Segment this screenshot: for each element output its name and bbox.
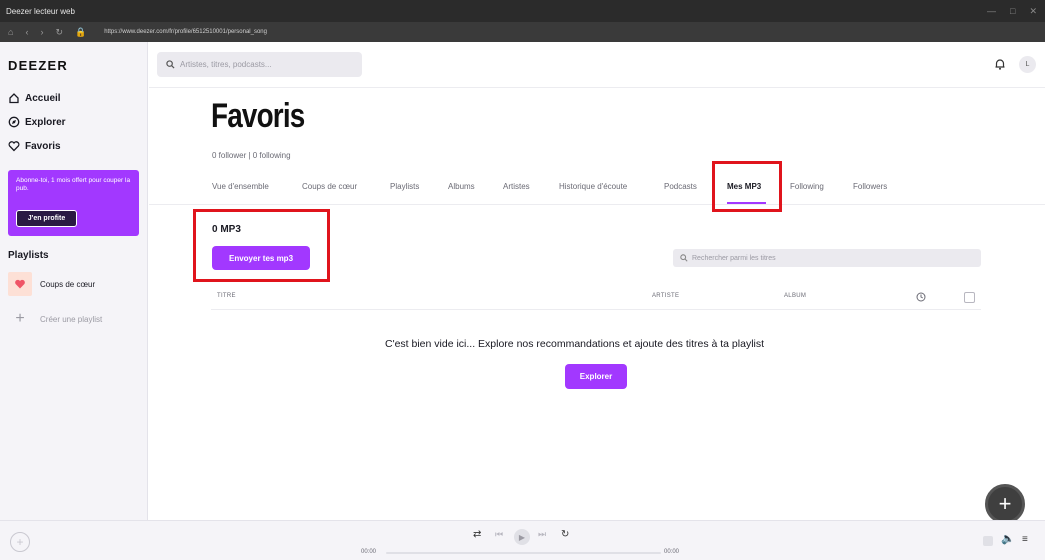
tab-followers[interactable]: Followers bbox=[853, 182, 887, 191]
close-icon[interactable]: ✕ bbox=[1029, 6, 1037, 17]
lock-icon: 🔒 bbox=[74, 26, 87, 37]
highlight-box-mes-mp3 bbox=[712, 161, 782, 212]
progress-bar[interactable] bbox=[386, 552, 661, 554]
deezer-logo[interactable]: DEEZER bbox=[8, 58, 68, 73]
current-time: 00:00 bbox=[361, 549, 377, 555]
next-icon[interactable]: ⏭ bbox=[538, 529, 546, 540]
column-album[interactable]: ALBUM bbox=[784, 293, 806, 299]
clock-icon[interactable] bbox=[916, 292, 926, 302]
heart-icon bbox=[8, 141, 20, 152]
tab-following[interactable]: Following bbox=[790, 182, 824, 191]
repeat-icon[interactable]: ↻ bbox=[561, 529, 569, 540]
previous-icon[interactable]: ⏮ bbox=[495, 529, 503, 540]
nav-item-explorer[interactable]: Explorer bbox=[8, 116, 66, 128]
explore-button[interactable]: Explorer bbox=[565, 364, 627, 389]
plus-icon: + bbox=[15, 310, 25, 327]
play-icon: ▶ bbox=[518, 532, 526, 542]
tabs-divider bbox=[149, 204, 1045, 205]
volume-icon[interactable]: 🔈 bbox=[1001, 532, 1015, 545]
home-icon bbox=[9, 93, 19, 104]
tab-playlists[interactable]: Playlists bbox=[390, 182, 419, 191]
nav-label: Explorer bbox=[25, 116, 66, 128]
reload-icon[interactable]: ↻ bbox=[55, 27, 63, 38]
avatar[interactable]: L bbox=[1019, 56, 1036, 73]
promo-button[interactable]: J'en profite bbox=[16, 210, 77, 227]
heart-icon bbox=[8, 272, 32, 296]
equalizer-icon[interactable]: ≡ bbox=[1022, 534, 1028, 545]
window-controls: — □ ✕ bbox=[987, 0, 1037, 22]
track-search-field[interactable]: Rechercher parmi les titres bbox=[673, 249, 981, 267]
tab-historique[interactable]: Historique d'écoute bbox=[559, 182, 627, 191]
nav-item-favoris[interactable]: Favoris bbox=[8, 140, 61, 152]
follow-counts: 0 follower | 0 following bbox=[212, 151, 291, 160]
url-text[interactable]: https://www.deezer.com/fr/profile/651251… bbox=[104, 29, 267, 35]
forward-icon[interactable]: › bbox=[40, 27, 43, 37]
address-bar: ⌂ ‹ › ↻ 🔒 https://www.deezer.com/fr/prof… bbox=[0, 22, 1045, 42]
playlist-label: Créer une playlist bbox=[40, 314, 103, 324]
duration-time: 00:00 bbox=[664, 549, 680, 555]
select-all-checkbox[interactable] bbox=[964, 292, 975, 303]
page-title: Favoris bbox=[211, 97, 305, 135]
empty-state-message: C'est bien vide ici... Explore nos recom… bbox=[385, 338, 765, 350]
promo-banner: Abonne-toi, 1 mois offert pour couper la… bbox=[8, 170, 139, 236]
nav-item-accueil[interactable]: Accueil bbox=[8, 92, 61, 104]
plus-icon: + bbox=[998, 491, 1012, 516]
maximize-icon[interactable]: □ bbox=[1010, 6, 1015, 16]
playlist-item-coups-de-coeur[interactable]: Coups de cœur bbox=[8, 272, 95, 296]
window-titlebar: Deezer lecteur web — □ ✕ bbox=[0, 0, 1045, 22]
column-title[interactable]: TITRE bbox=[217, 293, 236, 299]
tab-coups-de-coeur[interactable]: Coups de cœur bbox=[302, 182, 357, 191]
highlight-box-upload bbox=[193, 209, 330, 282]
home-icon[interactable]: ⌂ bbox=[8, 27, 13, 37]
nav-label: Favoris bbox=[25, 140, 61, 152]
column-artist[interactable]: ARTISTE bbox=[652, 293, 679, 299]
tab-podcasts[interactable]: Podcasts bbox=[664, 182, 697, 191]
bell-icon[interactable] bbox=[993, 57, 1007, 71]
track-search-input[interactable]: Rechercher parmi les titres bbox=[692, 255, 776, 262]
cover-placeholder-icon: + bbox=[10, 532, 30, 552]
search-bar[interactable]: Artistes, titres, podcasts... bbox=[157, 52, 362, 77]
tab-albums[interactable]: Albums bbox=[448, 182, 475, 191]
header-divider bbox=[149, 87, 1045, 88]
create-playlist-item[interactable]: + Créer une playlist bbox=[8, 307, 102, 331]
playlist-label: Coups de cœur bbox=[40, 279, 96, 289]
back-icon[interactable]: ‹ bbox=[25, 27, 28, 37]
queue-icon[interactable] bbox=[983, 536, 993, 546]
player-bar: + ⇄ ⏮ ▶ ⏭ ↻ 00:00 00:00 🔈 ≡ bbox=[0, 520, 1045, 560]
window-title: Deezer lecteur web bbox=[6, 6, 75, 16]
promo-text: Abonne-toi, 1 mois offert pour couper la… bbox=[16, 177, 131, 193]
nav-label: Accueil bbox=[25, 92, 61, 104]
search-icon bbox=[680, 254, 688, 262]
sidebar: DEEZER Accueil Explorer Favoris Abonne-t… bbox=[0, 42, 148, 520]
table-header-divider bbox=[211, 309, 981, 310]
compass-icon bbox=[8, 116, 20, 128]
play-button[interactable]: ▶ bbox=[514, 529, 530, 545]
tab-vue-ensemble[interactable]: Vue d'ensemble bbox=[212, 182, 269, 191]
search-input[interactable]: Artistes, titres, podcasts... bbox=[180, 60, 272, 69]
search-icon bbox=[166, 60, 175, 69]
playlists-heading: Playlists bbox=[8, 250, 49, 261]
add-fab-button[interactable]: + bbox=[985, 484, 1025, 524]
tab-artistes[interactable]: Artistes bbox=[503, 182, 530, 191]
minimize-icon[interactable]: — bbox=[987, 6, 996, 16]
shuffle-icon[interactable]: ⇄ bbox=[473, 529, 481, 540]
